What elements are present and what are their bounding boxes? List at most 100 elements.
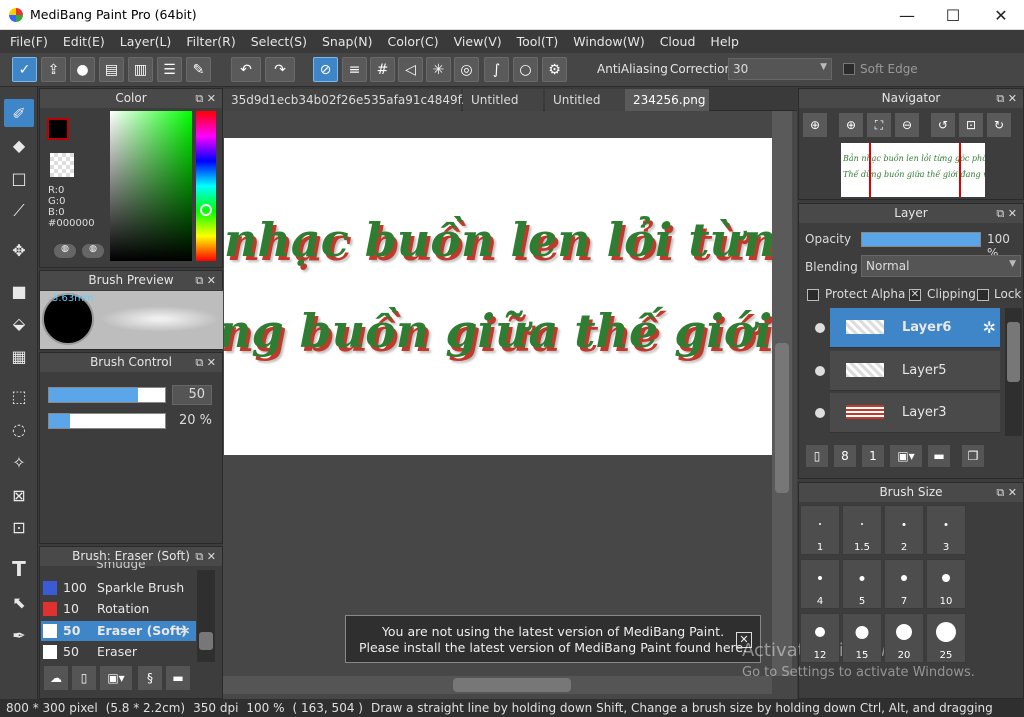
menu-cloud[interactable]: Cloud [654,34,702,49]
visibility-icon[interactable] [815,408,825,418]
scroll-thumb[interactable] [453,678,571,692]
brush-size-preset[interactable]: 3 [926,505,966,555]
brush-size-value[interactable]: 50 [172,385,212,405]
brush-size-preset[interactable]: 5 [842,559,882,609]
operation-tool-icon[interactable]: ⬉ [4,588,34,616]
magic-wand-tool-icon[interactable]: ✧ [4,448,34,476]
move-tool-icon[interactable]: ✥ [4,236,34,264]
document-icon[interactable]: ▥ [128,57,153,82]
gear-icon[interactable]: ✲ [983,318,996,337]
zoom-out-icon[interactable]: ⊖ [895,113,919,137]
snap-grid-icon[interactable]: # [370,57,395,82]
tab-document-1[interactable]: 35d9d1ecb34b02f26e535afa91c4849f.png [223,89,488,111]
cloud-brush-icon[interactable]: ☁ [44,666,68,690]
panel-close-icon[interactable]: ⧉ ✕ [996,483,1017,502]
comment-icon[interactable]: ● [70,57,95,82]
brush-list-scrollbar[interactable] [197,570,215,662]
brush-item[interactable]: 50 Eraser [41,642,196,662]
reset-rotation-icon[interactable]: ⊡ [959,113,983,137]
layer-opacity-slider[interactable] [861,232,981,247]
menu-file[interactable]: File(F) [4,34,54,49]
panel-close-icon[interactable]: ⧉ ✕ [195,271,216,290]
brush-size-slider[interactable] [48,387,166,403]
eyedropper-tool-icon[interactable]: ✒ [4,621,34,649]
brush-tool-icon[interactable]: ✐ [4,99,34,127]
undo-icon[interactable]: ↶ [231,57,261,82]
brush-size-preset[interactable]: 25 [926,613,966,663]
fill-rect-tool-icon[interactable]: ■ [4,277,34,305]
navigator-thumbnail[interactable]: Bản nhạc buồn len lỏi từng góc phố Thế d… [841,143,985,197]
snap-parallel-icon[interactable]: ≡ [342,57,367,82]
menu-layer[interactable]: Layer(L) [114,34,178,49]
list-icon[interactable]: ☰ [157,57,182,82]
brush-opacity-slider[interactable] [48,413,166,429]
rotate-left-icon[interactable]: ↺ [931,113,955,137]
drawing-canvas[interactable]: nhạc buồn len lỏi từng góc ng buồn giữa … [224,138,772,455]
add-brush-icon[interactable]: ▣▾ [100,666,132,690]
blending-select[interactable]: Normal ▼ [861,255,1021,277]
scroll-thumb[interactable] [775,343,789,493]
snap-ellipse-icon[interactable]: ○ [513,57,538,82]
brush-size-preset[interactable]: 15 [842,613,882,663]
panel-close-icon[interactable]: ⧉ ✕ [996,89,1017,108]
duplicate-layer-icon[interactable]: ❐ [962,445,984,467]
brush-item-selected[interactable]: 50 Eraser (Soft) ✲ [41,621,196,641]
brush-item[interactable]: 10Rotation Symmet [41,599,196,636]
primary-color-swatch[interactable] [47,118,69,140]
color-history-icon[interactable]: ◍ [82,244,104,258]
tab-document-active[interactable]: 234256.png [625,89,709,111]
line-tool-icon[interactable]: ⟋ [4,197,34,225]
layer-row[interactable]: Layer3 [830,393,1000,433]
new-brush-icon[interactable]: ▯ [72,666,96,690]
brush-size-preset[interactable]: 12 [800,613,840,663]
select-eraser-tool-icon[interactable]: ⊡ [4,513,34,541]
snap-settings-icon[interactable]: ⚙ [542,57,567,82]
new-8bit-layer-icon[interactable]: 8 [834,445,856,467]
brush-size-preset[interactable]: 2 [884,505,924,555]
chat-icon[interactable]: ▤ [99,57,124,82]
menu-color[interactable]: Color(C) [382,34,445,49]
menu-help[interactable]: Help [704,34,745,49]
hue-handle[interactable] [200,204,212,216]
maximize-button[interactable]: ☐ [930,0,976,30]
snap-circle-icon[interactable]: ◎ [454,57,479,82]
zoom-in-icon[interactable]: ⊕ [839,113,863,137]
panel-close-icon[interactable]: ⧉ ✕ [195,547,216,566]
lasso-tool-icon[interactable]: ◌ [4,415,34,443]
brush-size-preset[interactable]: 1.5 [842,505,882,555]
scroll-thumb[interactable] [1007,322,1020,382]
zoom-fit-icon[interactable]: ⊕ [803,113,827,137]
panel-close-icon[interactable]: ⧉ ✕ [195,353,216,372]
export-icon[interactable]: ⇪ [41,57,66,82]
notify-line-2[interactable]: Please install the latest version of Med… [346,640,760,656]
snap-perspective-icon[interactable]: ◁ [398,57,423,82]
canvas-vertical-scrollbar[interactable] [772,111,792,676]
transparent-swatch[interactable] [50,153,74,177]
scroll-thumb[interactable] [199,632,213,650]
select-tool-icon[interactable]: ⬚ [4,382,34,410]
brush-item[interactable]: 100 Sparkle Brush [41,578,196,598]
protect-alpha-checkbox[interactable] [807,289,819,301]
edit-list-icon[interactable]: ✎ [186,57,211,82]
tab-document-2[interactable]: Untitled [463,89,543,111]
snap-curve-icon[interactable]: ∫ [484,57,509,82]
panel-close-icon[interactable]: ⧉ ✕ [996,204,1017,223]
brush-size-preset[interactable]: 7 [884,559,924,609]
palette-icon[interactable]: ◍ [54,244,76,258]
menu-select[interactable]: Select(S) [245,34,313,49]
text-tool-icon[interactable]: T [4,555,34,583]
fit-window-icon[interactable]: ⛶ [867,113,891,137]
navigator-viewport[interactable] [869,143,961,197]
snap-radial-icon[interactable]: ✳ [426,57,451,82]
lock-checkbox[interactable] [977,289,989,301]
layer-row[interactable]: Layer5 [830,351,1000,391]
minimize-button[interactable]: — [884,0,930,30]
select-pen-tool-icon[interactable]: ⊠ [4,481,34,509]
menu-edit[interactable]: Edit(E) [57,34,111,49]
new-1bit-layer-icon[interactable]: 1 [862,445,884,467]
correction-select[interactable]: 30 ▼ [728,58,832,80]
rotate-right-icon[interactable]: ↻ [987,113,1011,137]
menu-tool[interactable]: Tool(T) [511,34,565,49]
clipping-checkbox[interactable]: ✕ [909,289,921,301]
layer-scrollbar[interactable] [1005,308,1022,436]
